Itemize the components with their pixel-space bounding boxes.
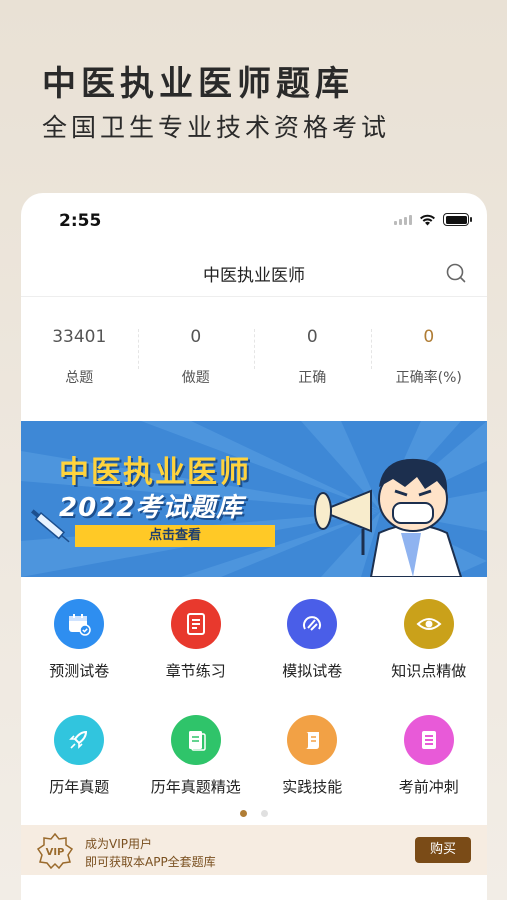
grid-item-past-exams-selected[interactable]: 历年真题精选 bbox=[138, 709, 255, 825]
banner-title: 中医执业医师 bbox=[59, 455, 251, 490]
grid-item-practical-skills[interactable]: 实践技能 bbox=[254, 709, 371, 825]
stat-label: 做题 bbox=[181, 370, 210, 386]
grid-label: 考前冲刺 bbox=[398, 778, 459, 796]
rocket-icon bbox=[54, 715, 105, 765]
list-icon bbox=[403, 715, 454, 765]
stat-value: 33401 bbox=[52, 327, 107, 347]
search-icon[interactable] bbox=[445, 262, 467, 284]
stat-label: 正确率(%) bbox=[395, 370, 462, 386]
status-bar: 2:55 bbox=[21, 193, 487, 243]
wifi-icon bbox=[420, 214, 435, 226]
feature-grid: 预测试卷 章节练习 模拟试卷 知识点精做 历年真题 历年真题精选 实践技能 考前… bbox=[21, 593, 487, 825]
eye-icon bbox=[403, 599, 454, 649]
promo-subtitle: 全国卫生专业技术资格考试 bbox=[42, 113, 391, 142]
grid-label: 模拟试卷 bbox=[282, 662, 343, 680]
nav-bar: 中医执业医师 bbox=[21, 249, 487, 297]
grid-label: 历年真题 bbox=[49, 778, 110, 796]
stat-value: 0 bbox=[423, 327, 435, 347]
signal-icon bbox=[394, 214, 412, 225]
grid-label: 实践技能 bbox=[282, 778, 343, 796]
grid-item-chapter-practice[interactable]: 章节练习 bbox=[138, 593, 255, 709]
nav-title: 中医执业医师 bbox=[203, 266, 305, 286]
grid-label: 章节练习 bbox=[165, 662, 226, 680]
vip-line1: 成为VIP用户 bbox=[85, 837, 152, 851]
grid-item-mock-exam[interactable]: 模拟试卷 bbox=[254, 593, 371, 709]
grid-label: 预测试卷 bbox=[49, 662, 110, 680]
status-icons bbox=[394, 213, 472, 226]
vip-badge-icon: VIP bbox=[37, 833, 73, 869]
page-dot-active[interactable] bbox=[240, 810, 247, 817]
stat-label: 正确 bbox=[298, 370, 327, 386]
promo-banner[interactable]: 中医执业医师 2022考试题库 点击查看 bbox=[21, 421, 487, 577]
stat-done: 0 做题 bbox=[137, 311, 255, 411]
banner-subtitle: 2022考试题库 bbox=[59, 493, 244, 523]
stat-label: 总题 bbox=[65, 370, 94, 386]
vip-line2: 即可获取本APP全套题库 bbox=[85, 855, 216, 869]
vip-bar: VIP 成为VIP用户 即可获取本APP全套题库 购买 bbox=[21, 825, 487, 875]
clipboard-icon bbox=[170, 599, 221, 649]
stat-value: 0 bbox=[190, 327, 202, 347]
exam-icon bbox=[287, 599, 338, 649]
scroll-icon bbox=[287, 715, 338, 765]
buy-button[interactable]: 购买 bbox=[415, 837, 471, 863]
grid-label: 知识点精做 bbox=[391, 662, 467, 680]
stat-value: 0 bbox=[306, 327, 318, 347]
grid-label: 历年真题精选 bbox=[150, 778, 241, 796]
grid-item-final-sprint[interactable]: 考前冲刺 bbox=[371, 709, 488, 825]
status-time: 2:55 bbox=[59, 211, 102, 231]
grid-item-past-exams[interactable]: 历年真题 bbox=[21, 709, 138, 825]
battery-icon bbox=[443, 213, 472, 226]
promo-title: 中医执业医师题库 bbox=[42, 64, 354, 104]
stat-total: 33401 总题 bbox=[21, 311, 138, 411]
banner-view-button[interactable]: 点击查看 bbox=[75, 525, 275, 547]
calendar-check-icon bbox=[54, 599, 105, 649]
page-indicator bbox=[21, 810, 487, 817]
phone-screen: 2:55 中医执业医师 33401 总题 0 做题 0 正确 0 正确率(%) … bbox=[21, 193, 487, 900]
grid-item-predict-exam[interactable]: 预测试卷 bbox=[21, 593, 138, 709]
document-icon bbox=[170, 715, 221, 765]
page-dot[interactable] bbox=[261, 810, 268, 817]
vip-badge-text: VIP bbox=[46, 847, 65, 858]
stat-accuracy: 0 正确率(%) bbox=[370, 311, 488, 411]
grid-item-knowledge-points[interactable]: 知识点精做 bbox=[371, 593, 488, 709]
stats-panel: 33401 总题 0 做题 0 正确 0 正确率(%) bbox=[21, 311, 487, 411]
stat-correct: 0 正确 bbox=[254, 311, 371, 411]
